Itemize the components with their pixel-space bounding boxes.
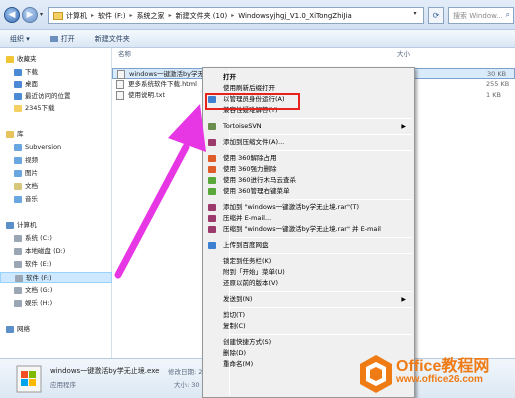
office-logo-icon: [360, 355, 392, 393]
watermark-title: Office教程网: [396, 358, 490, 375]
watermark-url: www.office26.com: [396, 374, 483, 385]
watermark: Office教程网 www.office26.com: [356, 352, 515, 398]
annotation-arrow: [114, 104, 206, 279]
explorer-window: ◀ ▶ ▾ 计算机 ▸ 软件 (F:) ▸ 系统之家 ▸ 新建文件夹 (10) …: [0, 0, 515, 398]
